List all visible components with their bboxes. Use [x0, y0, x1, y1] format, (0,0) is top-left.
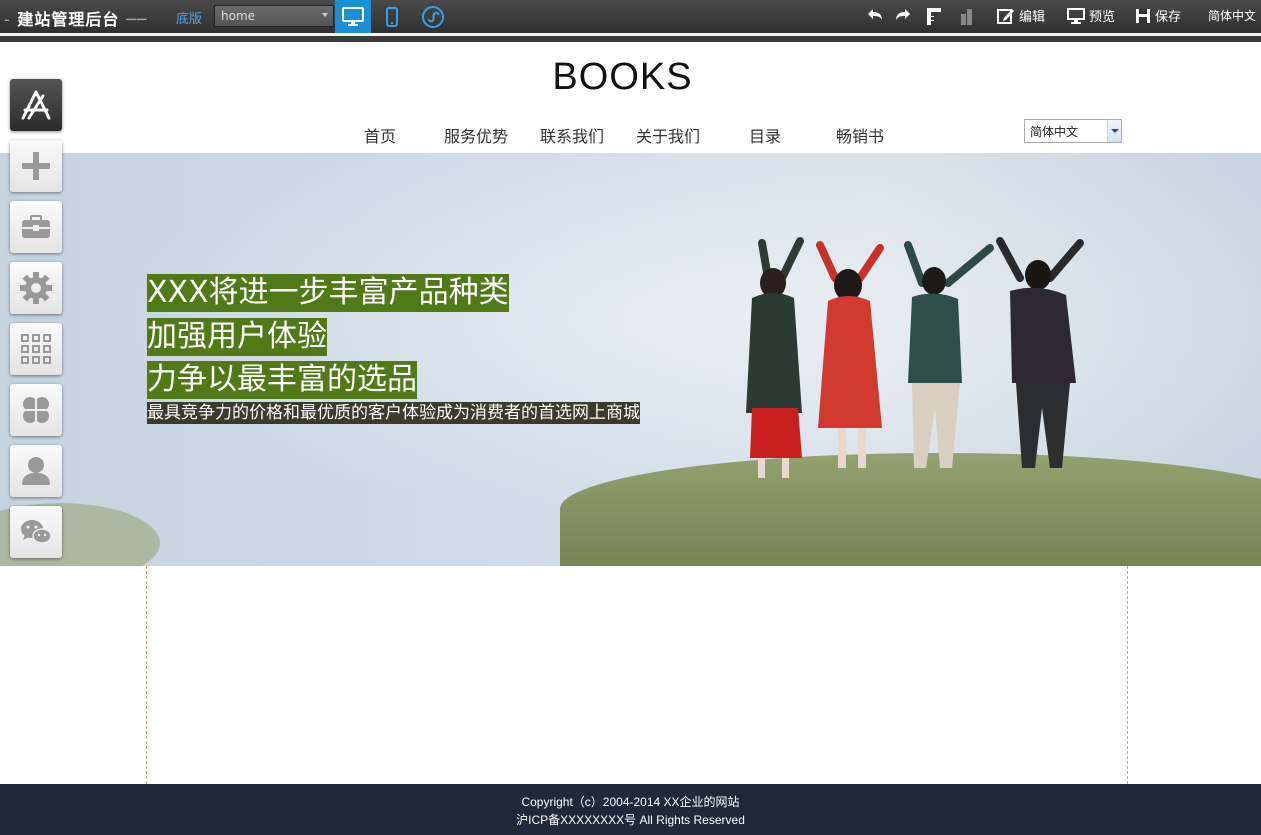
- banner-slogan-1: XXX将进一步丰富产品种类: [147, 274, 509, 312]
- page-select-value: home: [221, 9, 256, 23]
- admin-title: - 建站管理后台 ──: [4, 10, 148, 29]
- edit-icon: [997, 8, 1014, 24]
- footer-copyright: Copyright（c）2004-2014 XX企业的网站: [521, 795, 740, 809]
- bar-chart-icon: [961, 9, 972, 25]
- settings-button[interactable]: [10, 262, 62, 314]
- add-element-button[interactable]: [10, 140, 62, 192]
- mobile-icon: [386, 6, 398, 27]
- monitor-icon: [1067, 7, 1085, 24]
- ruler-button[interactable]: [925, 6, 943, 26]
- save-label: 保存: [1155, 10, 1182, 25]
- toolbox-button[interactable]: [10, 201, 62, 253]
- app-store-icon: [21, 90, 51, 120]
- edit-label: 编辑: [1019, 10, 1046, 25]
- plus-icon: [22, 152, 50, 180]
- site-footer: Copyright（c）2004-2014 XX企业的网站 沪ICP备XXXXX…: [0, 784, 1261, 835]
- hero-banner: XXX将进一步丰富产品种类 加强用户体验 力争以最丰富的选品 最具竞争力的价格和…: [0, 153, 1261, 566]
- edit-button[interactable]: 编辑: [997, 6, 1045, 25]
- clover-icon: [22, 396, 50, 424]
- nav-item-bestsellers[interactable]: 畅销书: [836, 123, 884, 147]
- grid-icon: [21, 334, 51, 364]
- user-icon: [22, 457, 50, 485]
- chart-button[interactable]: [959, 6, 975, 26]
- toolbox-icon: [22, 215, 50, 238]
- undo-button[interactable]: [866, 8, 884, 22]
- page-select[interactable]: home: [214, 5, 334, 27]
- banner-subtitle: 最具竞争力的价格和最优质的客户体验成为消费者的首选网上商城: [147, 402, 640, 424]
- mobile-view-button[interactable]: [374, 0, 410, 33]
- undo-icon: [868, 9, 882, 20]
- chevron-down-icon: [1107, 120, 1121, 142]
- nav-item-catalog[interactable]: 目录: [749, 123, 781, 147]
- content-guide-left: [146, 566, 147, 784]
- language-switch[interactable]: 简体中文: [1208, 7, 1256, 24]
- admin-toolbar: - 建站管理后台 ── 底版 home 编辑 预览 保存 简体中文: [0, 0, 1261, 42]
- nav-item-about[interactable]: 关于我们: [636, 123, 700, 147]
- mini-program-button[interactable]: [415, 0, 451, 33]
- save-icon: [1136, 8, 1150, 23]
- wechat-button[interactable]: [10, 506, 62, 558]
- banner-slogan-2: 加强用户体验: [147, 318, 327, 356]
- banner-photo-people: [746, 237, 1084, 478]
- language-select-value: 简体中文: [1030, 125, 1079, 139]
- gear-icon: [20, 272, 52, 304]
- save-button[interactable]: 保存: [1135, 6, 1181, 25]
- desktop-view-button[interactable]: [335, 0, 371, 33]
- toolbar-divider-dark: [0, 36, 1261, 42]
- wechat-icon: [21, 520, 52, 544]
- content-guide-right: [1127, 566, 1128, 784]
- preview-label: 预览: [1089, 10, 1116, 25]
- base-template-link[interactable]: 底版: [176, 8, 202, 27]
- language-select[interactable]: 简体中文: [1024, 119, 1122, 143]
- footer-icp: 沪ICP备XXXXXXXX号 All Rights Reserved: [516, 813, 745, 827]
- ruler-icon: [927, 8, 941, 25]
- modules-button[interactable]: [10, 384, 62, 436]
- user-button[interactable]: [10, 445, 62, 497]
- chevron-down-icon: [322, 13, 328, 17]
- banner-slogan-3: 力争以最丰富的选品: [147, 361, 417, 399]
- nav-item-home[interactable]: 首页: [364, 123, 396, 147]
- redo-icon: [896, 9, 910, 20]
- preview-button[interactable]: 预览: [1067, 6, 1115, 25]
- nav-item-contact[interactable]: 联系我们: [540, 123, 604, 147]
- desktop-icon: [342, 6, 364, 26]
- redo-button[interactable]: [894, 8, 912, 22]
- apps-grid-button[interactable]: [10, 323, 62, 375]
- admin-title-text: 建站管理后台: [17, 10, 120, 29]
- site-logo[interactable]: BOOKS: [0, 56, 1245, 99]
- app-store-button[interactable]: [10, 79, 62, 131]
- nav-item-services[interactable]: 服务优势: [444, 123, 508, 147]
- mini-program-icon: [422, 5, 444, 28]
